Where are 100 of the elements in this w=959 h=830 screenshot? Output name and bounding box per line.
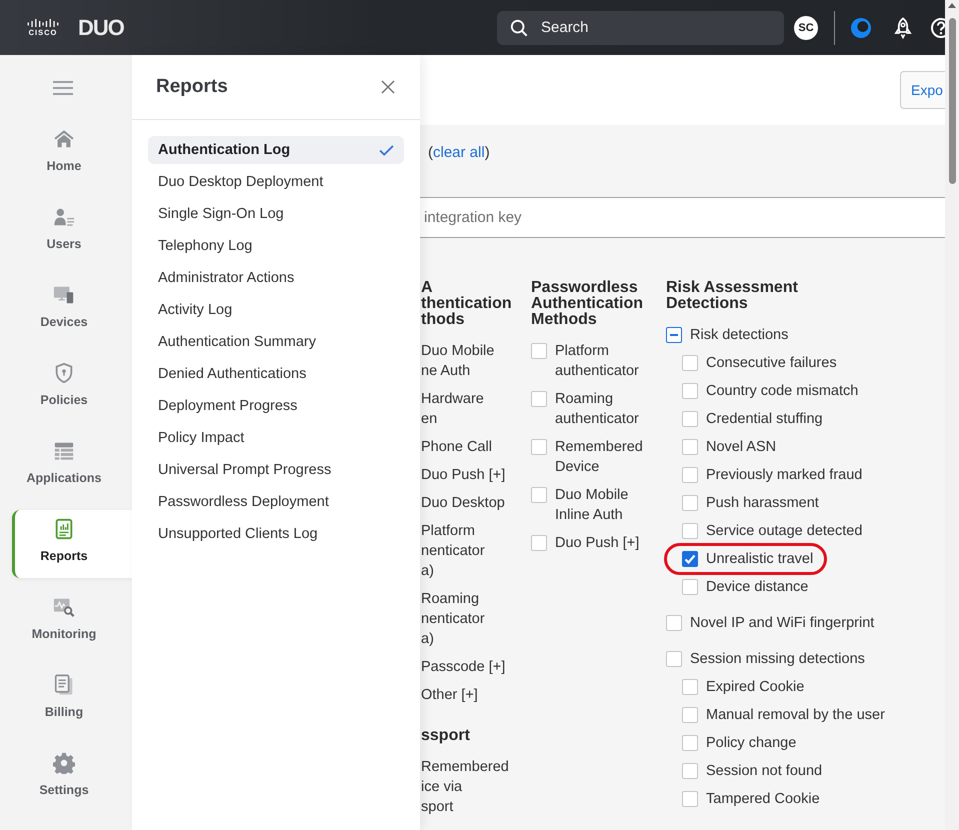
documents-icon [53,674,75,696]
filter-summary: (clear all) [427,143,491,161]
section-heading: A thentication thods [421,280,513,328]
option-label: Expired Cookie [706,678,804,697]
checkbox[interactable] [682,551,698,567]
checkbox[interactable] [531,439,547,455]
search-icon [510,18,528,36]
option-label: Session not found [706,762,822,781]
gear-icon [53,752,75,774]
nav-item[interactable]: Devices [12,276,132,344]
option-label: Platform authenticator [555,342,640,381]
option-label: Risk detections [690,326,788,345]
scrollbar[interactable] [945,0,959,830]
search-field[interactable]: integration key [420,197,945,238]
ring-icon[interactable] [850,16,872,38]
option-label: Service outage detected [706,522,862,541]
report-menu-item[interactable]: Telephony Log [148,232,404,260]
checkbox[interactable] [531,535,547,551]
checkbox[interactable] [682,439,698,455]
option-label: Phone Call [421,438,493,457]
menu-icon[interactable] [53,80,73,94]
option-label: Duo Mobile Inline Auth [555,486,630,525]
checkbox[interactable] [666,651,682,667]
option-label: Tampered Cookie [706,790,820,809]
search-field[interactable]: Search [497,10,784,44]
report-menu-item[interactable]: Unsupported Clients Log [148,520,404,548]
option-label: Hardware en [421,390,485,429]
checkbox[interactable] [682,763,698,779]
scrollbar-thumb[interactable] [948,18,956,184]
report-menu-item[interactable]: Single Sign-On Log [148,200,404,228]
checkbox[interactable] [682,735,698,751]
nav-item[interactable]: Billing [12,666,132,734]
option-label: Duo Push [+] [555,534,640,553]
option-label: Novel ASN [706,438,776,457]
option-label: Duo Desktop [421,494,506,513]
report-menu-item[interactable]: Universal Prompt Progress [148,456,404,484]
rocket-icon[interactable] [892,16,914,38]
report-menu-item[interactable]: Administrator Actions [148,264,404,292]
checkbox[interactable] [682,383,698,399]
checkbox[interactable] [531,487,547,503]
user-avatar[interactable]: SC [794,16,818,40]
option-label: Duo Mobile ne Auth [421,342,496,381]
checkbox[interactable] [682,495,698,511]
section-heading: Risk Assessment Detections [666,280,799,312]
section-heading: Passwordless Authentication Methods [531,280,644,328]
checkbox[interactable] [666,327,682,343]
option-label: Roaming authenticator [555,390,640,429]
report-menu-item[interactable]: Authentication Log [148,136,404,164]
checkbox[interactable] [682,679,698,695]
checkbox[interactable] [682,579,698,595]
nav-item[interactable]: Applications [12,432,132,500]
close-icon[interactable] [381,80,395,94]
option-label: Push harassment [706,494,819,513]
logo-bars-icon [27,18,59,26]
window-list-icon [53,440,75,462]
checkbox[interactable] [682,791,698,807]
checkbox[interactable] [682,707,698,723]
checkbox[interactable] [682,355,698,371]
report-menu-item[interactable]: Denied Authentications [148,360,404,388]
chart-magnifier-icon [53,596,75,618]
option-label: Platform nenticator a) [421,522,486,581]
checkbox[interactable] [531,343,547,359]
report-menu-item[interactable]: Deployment Progress [148,392,404,420]
checkbox[interactable] [666,615,682,631]
option-label: Roaming nenticator a) [421,590,486,649]
option-label: Policy change [706,734,796,753]
help-icon[interactable] [930,16,945,38]
checkbox[interactable] [682,411,698,427]
report-menu-item[interactable]: Passwordless Deployment [148,488,404,516]
option-label: Manual removal by the user [706,706,885,725]
report-menu-item[interactable]: Activity Log [148,296,404,324]
option-label: Device distance [706,578,808,597]
nav-item[interactable]: Monitoring [12,588,132,656]
report-menu-item[interactable]: Policy Impact [148,424,404,452]
check-icon [379,144,394,156]
option-label: Passcode [+] [421,658,506,677]
nav-item[interactable]: Reports [12,510,132,578]
report-menu-item[interactable]: Duo Desktop Deployment [148,168,404,196]
section-heading: ssport [421,728,471,744]
check-icon [683,552,697,566]
scroll-up-arrow-icon[interactable] [948,3,956,8]
nav-item[interactable]: Policies [12,354,132,422]
option-label: Session missing detections [690,650,865,669]
checkbox[interactable] [682,467,698,483]
option-label: Country code mismatch [706,382,858,401]
option-label: Duo Push [+] [421,466,506,485]
product-logo[interactable]: DUO [78,16,124,38]
minus-icon [670,334,678,336]
checkbox[interactable] [682,523,698,539]
option-label: Remembered Device [555,438,644,477]
option-label: Unrealistic travel [706,550,814,569]
option-label: Remembered ice via sport [421,758,510,817]
nav-item[interactable]: Settings [12,744,132,812]
nav-item[interactable]: Users [12,198,132,266]
clear-all-link[interactable]: clear all [433,144,485,161]
export-button[interactable]: Expo [900,71,945,109]
house-icon [53,128,75,150]
report-menu-item[interactable]: Authentication Summary [148,328,404,356]
checkbox[interactable] [531,391,547,407]
nav-item[interactable]: Home [12,120,132,188]
